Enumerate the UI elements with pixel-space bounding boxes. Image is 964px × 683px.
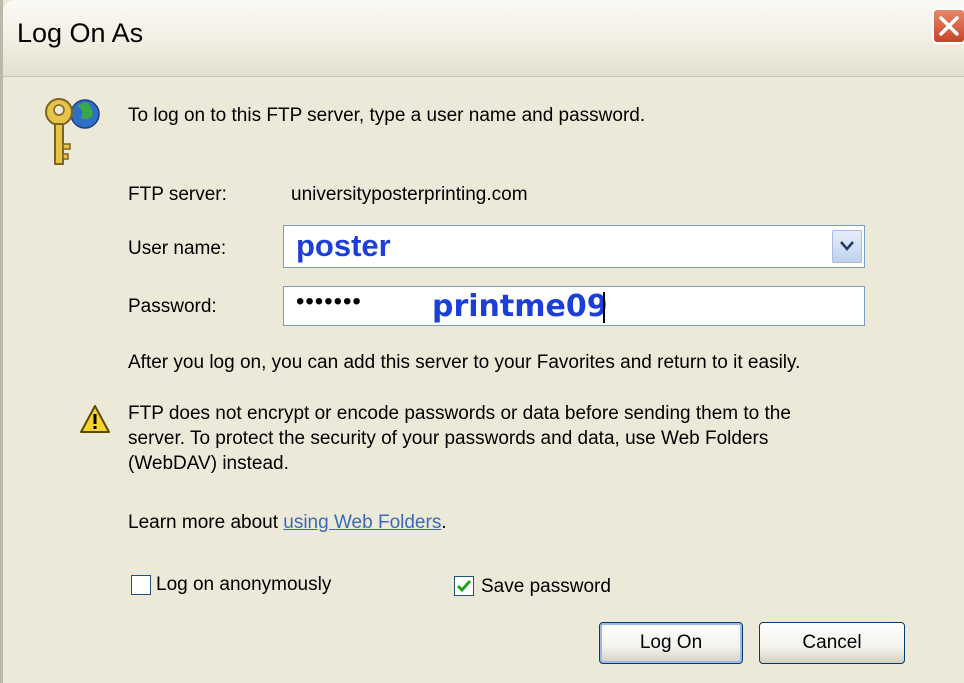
keys-globe-icon <box>45 98 100 165</box>
ftp-server-value: universityposterprinting.com <box>291 184 528 205</box>
user-name-dropdown-button[interactable] <box>832 230 862 263</box>
intro-text: To log on to this FTP server, type a use… <box>128 105 646 126</box>
favorites-text: After you log on, you can add this serve… <box>128 352 801 373</box>
close-button[interactable] <box>932 8 964 44</box>
user-name-combobox[interactable]: poster <box>283 225 865 268</box>
web-folders-link[interactable]: using Web Folders <box>283 512 441 533</box>
password-label: Password: <box>128 296 217 317</box>
warning-line-2: server. To protect the security of your … <box>128 428 769 449</box>
warning-icon <box>80 405 110 433</box>
user-name-label: User name: <box>128 238 227 259</box>
ftp-server-label: FTP server: <box>128 184 227 205</box>
password-masked-value: ••••••• <box>296 288 362 315</box>
warning-line-1: FTP does not encrypt or encode passwords… <box>128 403 791 424</box>
save-password-checkbox[interactable] <box>454 576 474 596</box>
learn-more-text: Learn more about using Web Folders. <box>128 512 447 534</box>
warning-line-3: (WebDAV) instead. <box>128 453 289 474</box>
close-icon <box>939 16 959 36</box>
text-caret <box>603 292 605 323</box>
anonymous-label[interactable]: Log on anonymously <box>156 574 331 596</box>
dialog-title: Log On As <box>17 18 144 48</box>
learn-more-prefix: Learn more about <box>128 512 284 533</box>
password-annotation: printme09 <box>432 289 608 324</box>
user-name-value: poster <box>296 228 391 263</box>
title-bar: Log On As <box>3 0 964 77</box>
anonymous-checkbox[interactable] <box>131 575 151 595</box>
checkmark-icon <box>456 580 472 593</box>
log-on-as-dialog: Log On As To log on to this FTP server, … <box>0 0 964 683</box>
log-on-button[interactable]: Log On <box>599 622 743 664</box>
save-password-label[interactable]: Save password <box>481 576 611 598</box>
chevron-down-icon <box>840 241 854 251</box>
learn-more-suffix: . <box>441 512 447 533</box>
cancel-button[interactable]: Cancel <box>759 622 905 664</box>
password-input[interactable]: ••••••• printme09 <box>283 286 865 326</box>
